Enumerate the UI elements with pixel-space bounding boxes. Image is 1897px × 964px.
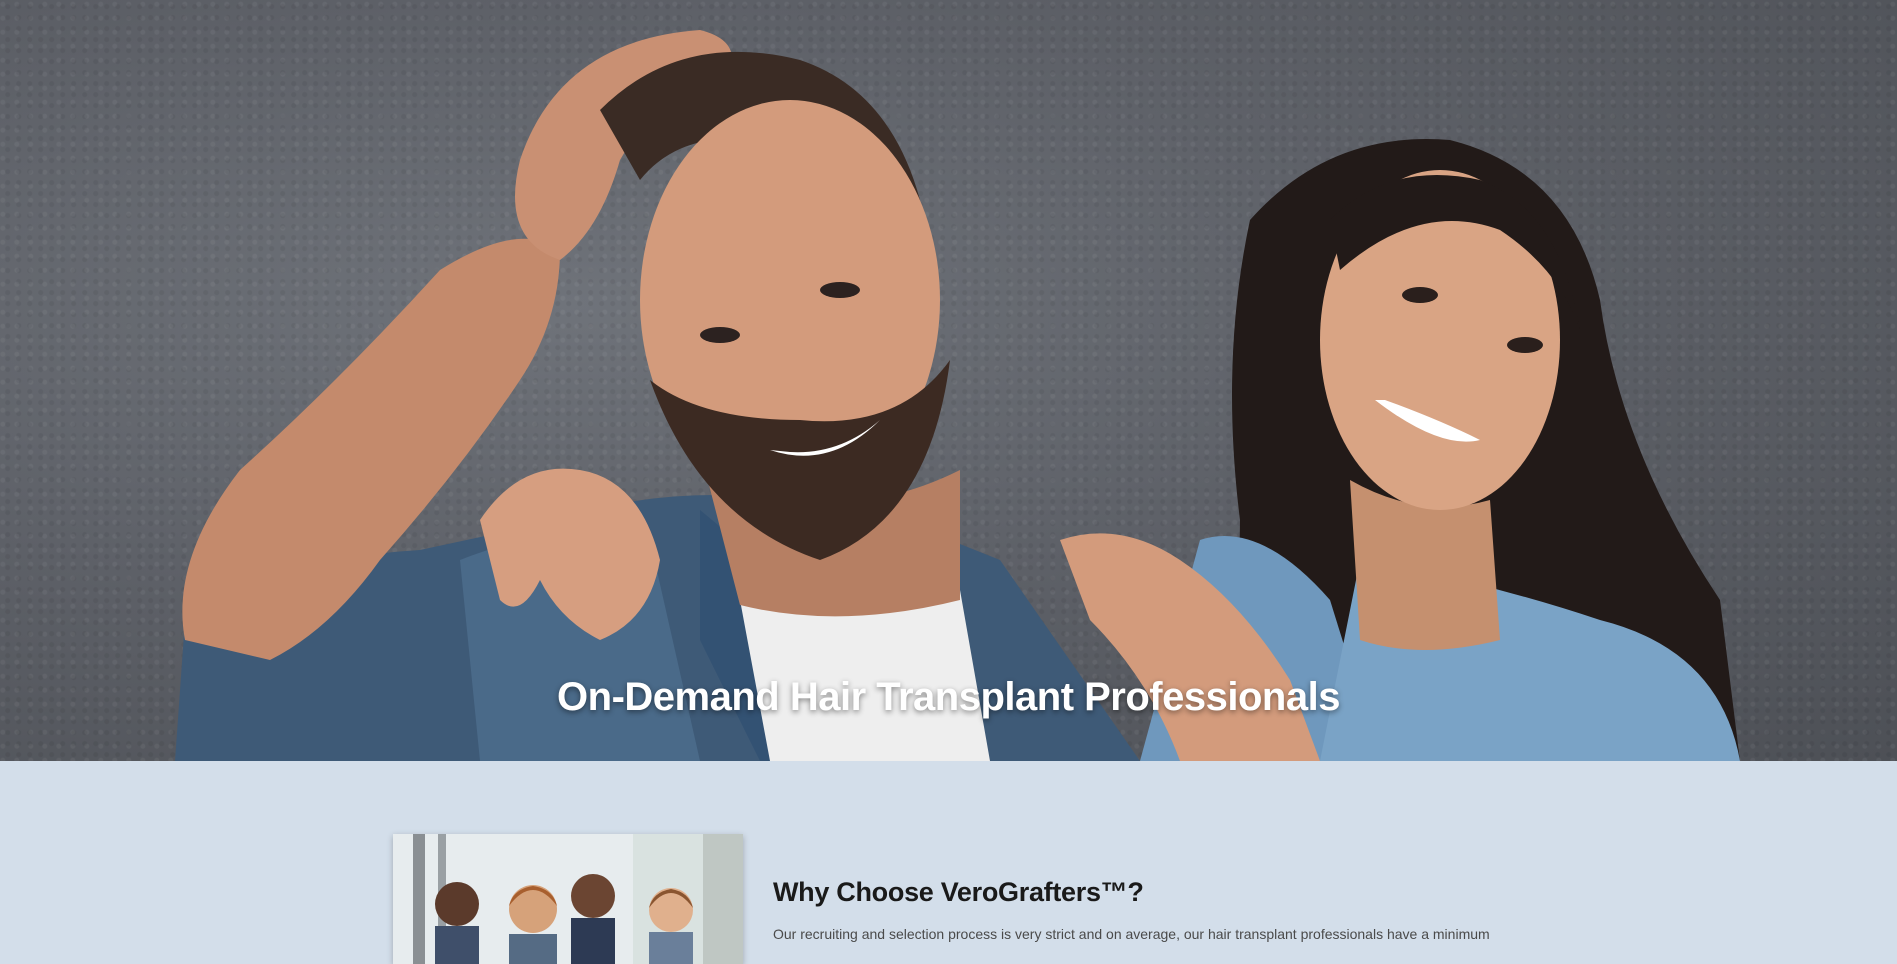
hero-banner: On-Demand Hair Transplant Professionals — [0, 0, 1897, 761]
man-figure — [175, 30, 1140, 761]
hero-title: On-Demand Hair Transplant Professionals — [557, 675, 1340, 719]
why-description: Our recruiting and selection process is … — [773, 926, 1490, 942]
hero-photo — [175, 30, 1740, 761]
why-choose-section — [0, 761, 1897, 949]
why-title: Why Choose VeroGrafters™? — [773, 877, 1144, 907]
team-illustration — [393, 834, 743, 964]
team-photo — [393, 834, 743, 964]
